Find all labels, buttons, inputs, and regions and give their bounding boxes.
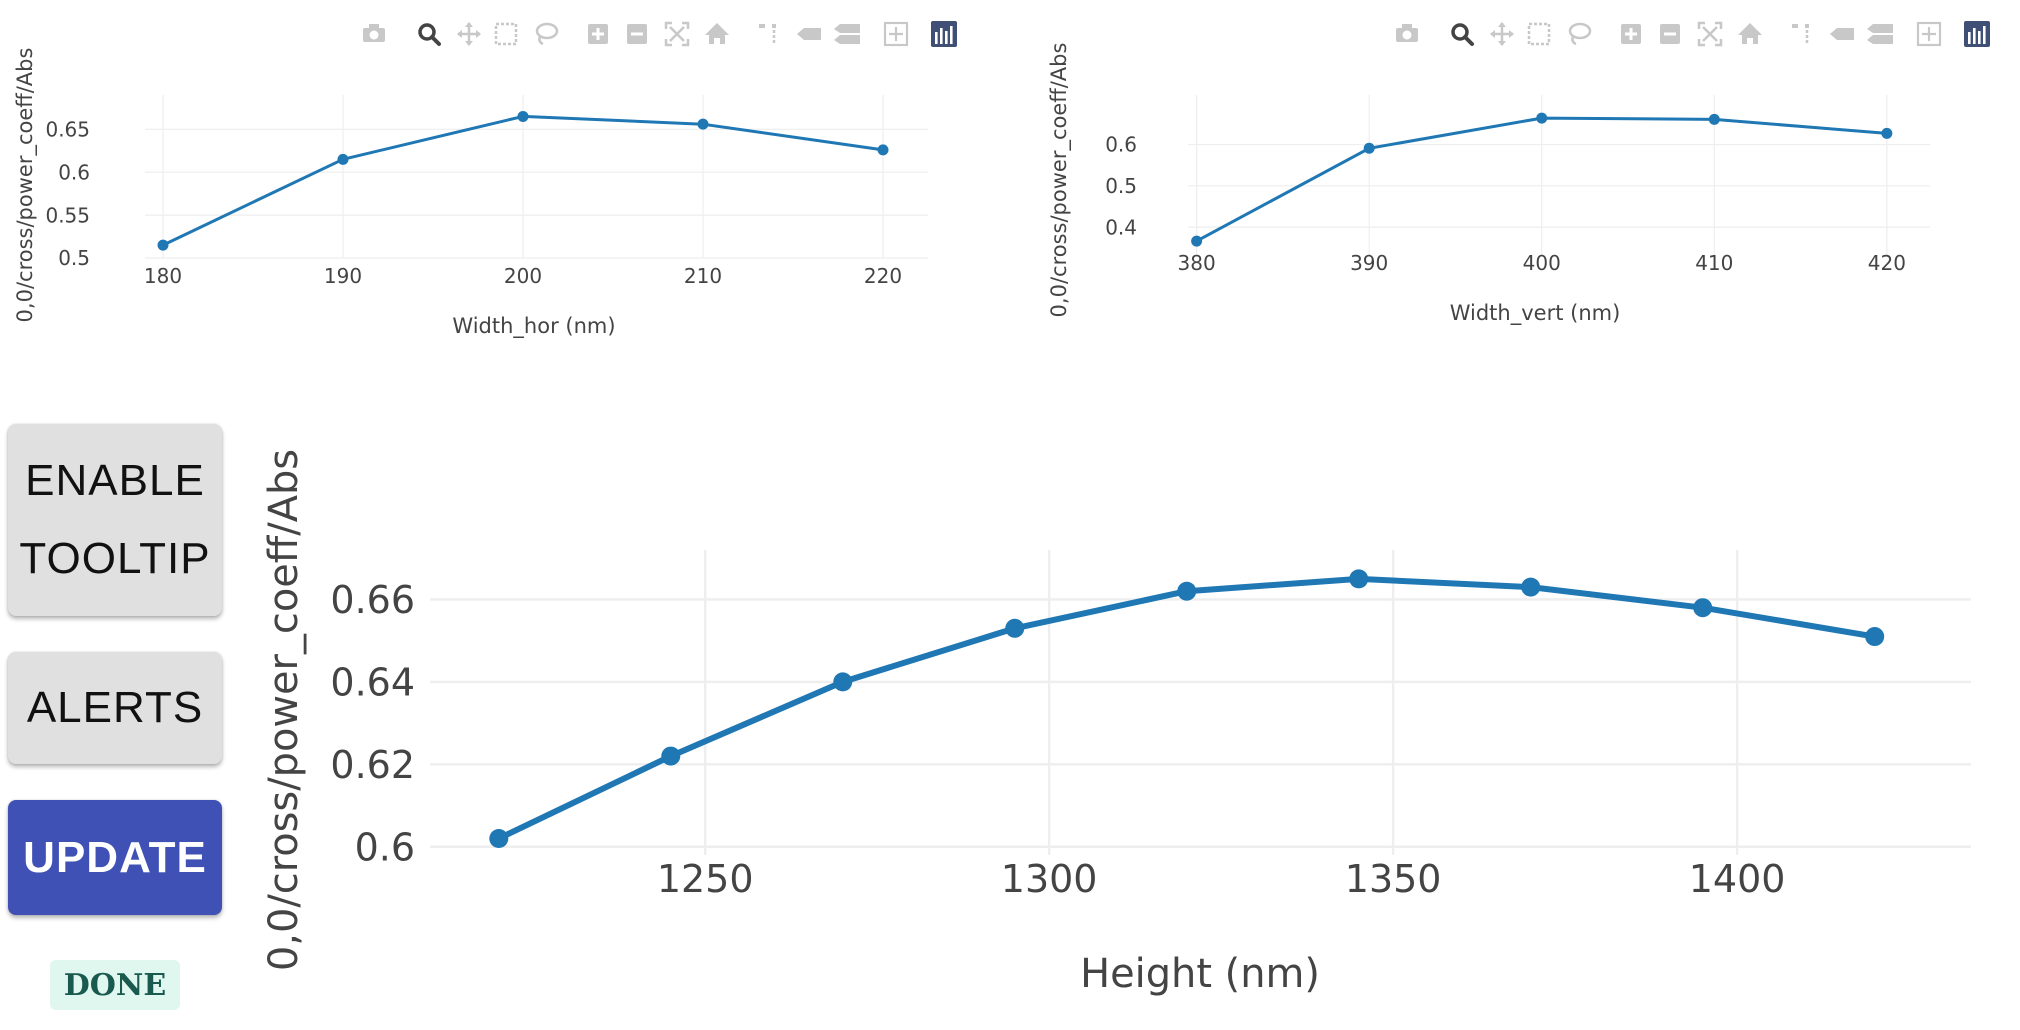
status-badge: DONE — [50, 960, 180, 1010]
y-tick-label: 0.66 — [330, 578, 415, 622]
data-point[interactable] — [1177, 581, 1197, 601]
x-tick-label: 1300 — [1001, 857, 1098, 901]
x-tick-label: 1400 — [1689, 857, 1786, 901]
data-point[interactable] — [1693, 598, 1713, 618]
data-point[interactable] — [1005, 618, 1025, 638]
x-tick-label: 1250 — [657, 857, 754, 901]
update-button[interactable]: UPDATE — [8, 800, 222, 915]
data-point[interactable] — [661, 746, 681, 766]
data-point[interactable] — [1349, 569, 1369, 589]
y-axis-title: 0,0/cross/power_coeff/Abs — [261, 449, 307, 971]
alerts-button[interactable]: ALERTS — [8, 652, 222, 764]
x-axis-title: Height (nm) — [1080, 951, 1320, 997]
enable-tooltip-label-line2: TOOLTIP — [19, 534, 211, 583]
enable-tooltip-label-line1: ENABLE — [25, 456, 205, 505]
y-tick-label: 0.64 — [330, 661, 415, 705]
y-tick-label: 0.62 — [330, 743, 415, 787]
data-point[interactable] — [489, 829, 509, 849]
data-point[interactable] — [1521, 577, 1541, 597]
data-point[interactable] — [1865, 627, 1885, 647]
data-point[interactable] — [833, 672, 853, 692]
update-label: UPDATE — [23, 832, 207, 882]
height-chart: 1250 1300 1350 1400 0.6 0.62 0.64 0.66 Height (n… — [261, 449, 1971, 997]
x-tick-label: 1350 — [1345, 857, 1442, 901]
enable-tooltip-button[interactable]: ENABLE TOOLTIP — [8, 424, 222, 616]
alerts-label: ALERTS — [26, 683, 204, 732]
y-tick-label: 0.6 — [355, 825, 415, 869]
